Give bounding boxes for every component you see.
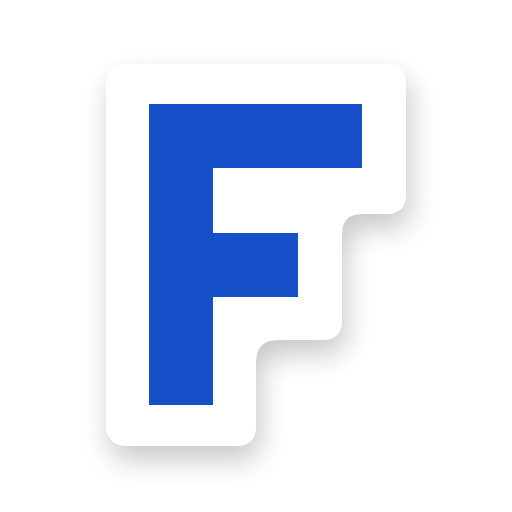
icon-canvas [0, 0, 512, 512]
letter-f-logo-icon [106, 64, 406, 446]
